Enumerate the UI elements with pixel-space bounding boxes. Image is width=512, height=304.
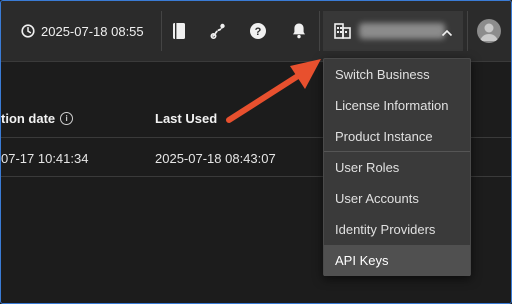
divider <box>161 11 162 51</box>
column-header-creation-date[interactable]: tion date i <box>1 111 74 126</box>
datetime-text: 2025-07-18 08:55 <box>41 23 144 39</box>
app-window: 2025-07-18 08:55 ? tion date i Last Used… <box>0 0 512 304</box>
business-name-redacted <box>359 23 445 39</box>
clock-icon <box>21 24 35 38</box>
menu-item-switch-business[interactable]: Switch Business <box>324 59 470 90</box>
column-header-label: tion date <box>1 111 56 126</box>
datetime-display: 2025-07-18 08:55 <box>21 19 144 43</box>
book-icon[interactable] <box>169 21 189 41</box>
chevron-up-icon <box>441 25 453 43</box>
menu-item-license-information[interactable]: License Information <box>324 90 470 121</box>
svg-text:?: ? <box>255 26 262 38</box>
help-icon[interactable]: ? <box>248 21 268 41</box>
divider <box>467 11 468 51</box>
column-header-last-used[interactable]: Last Used <box>155 111 217 126</box>
avatar-icon[interactable] <box>477 19 501 43</box>
route-icon[interactable] <box>208 21 228 41</box>
menu-item-identity-providers[interactable]: Identity Providers <box>324 214 470 245</box>
bell-icon[interactable] <box>289 21 309 41</box>
info-icon[interactable]: i <box>60 112 74 125</box>
menu-item-user-roles[interactable]: User Roles <box>324 152 470 183</box>
column-header-label: Last Used <box>155 111 218 126</box>
business-switcher[interactable] <box>323 11 463 51</box>
table-cell-last-used: 2025-07-18 08:43:07 <box>155 151 276 166</box>
building-icon <box>334 23 351 44</box>
top-bar: 2025-07-18 08:55 ? <box>1 1 511 62</box>
account-dropdown-menu: Switch Business License Information Prod… <box>323 58 471 276</box>
table-cell-creation-date: 07-17 10:41:34 <box>1 151 89 166</box>
menu-item-user-accounts[interactable]: User Accounts <box>324 183 470 214</box>
divider <box>319 11 320 51</box>
menu-item-product-instance[interactable]: Product Instance <box>324 121 470 152</box>
menu-item-api-keys[interactable]: API Keys <box>324 245 470 276</box>
